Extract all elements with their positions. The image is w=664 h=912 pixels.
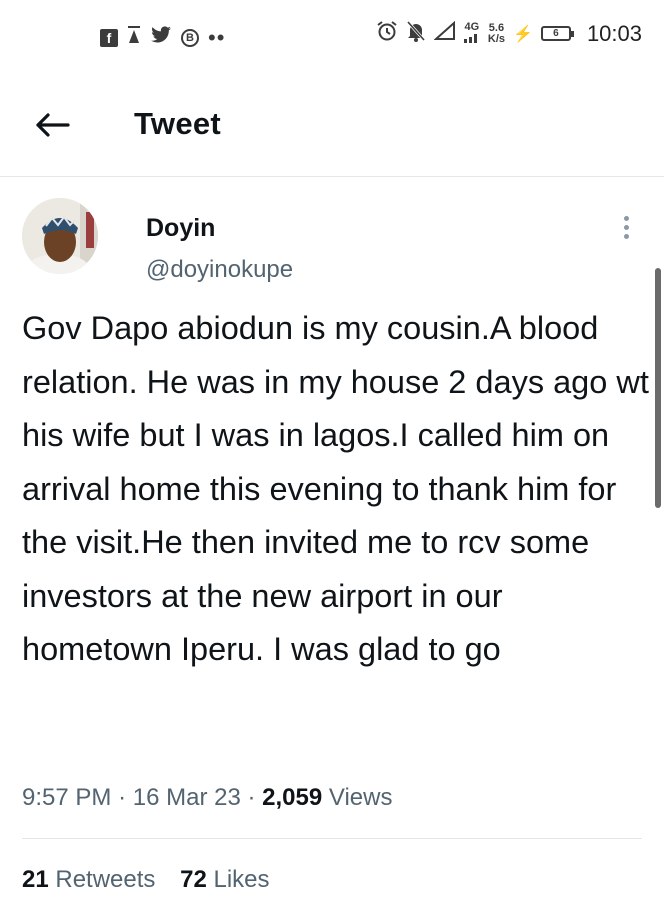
facebook-icon: f — [100, 28, 118, 47]
speed-unit: K/s — [487, 32, 506, 45]
status-time: 10:03 — [586, 20, 642, 46]
scrollbar[interactable] — [655, 268, 661, 508]
notification-icon — [127, 26, 141, 49]
back-button[interactable] — [34, 110, 70, 140]
network-type-label: 4G — [464, 20, 480, 33]
more-vertical-icon — [616, 216, 636, 239]
retweets-stat[interactable]: 21 Retweets — [22, 866, 155, 893]
avatar[interactable] — [22, 198, 98, 274]
meta-separator: · — [247, 784, 256, 811]
network-speed: 5.6 K/s — [487, 21, 506, 45]
author-handle[interactable]: @doyinokupe — [146, 256, 293, 284]
battery-level: 6 — [553, 28, 559, 39]
more-options-button[interactable] — [616, 216, 636, 244]
tweet-time[interactable]: 9:57 PM — [22, 784, 111, 811]
likes-count: 72 — [180, 866, 207, 893]
retweets-label: Retweets — [55, 866, 156, 893]
status-left-icons: f B •• — [100, 26, 225, 49]
charging-icon: ⚡ — [513, 25, 533, 43]
battery-icon: 6 — [540, 26, 574, 41]
status-right-icons: 4G 5.6 K/s ⚡ 6 10:03 — [376, 20, 642, 47]
meta-separator: · — [118, 784, 127, 811]
divider — [22, 838, 642, 839]
network-type: 4G — [463, 20, 480, 46]
tweet-stats: 21 Retweets 72 Likes — [22, 866, 288, 894]
likes-label: Likes — [213, 866, 270, 893]
app-header: Tweet — [0, 76, 664, 177]
signal-icon — [433, 20, 456, 46]
status-bar: f B •• 4G 5.6 K/s ⚡ 6 10:03 — [0, 0, 664, 76]
signal-bars-icon — [463, 33, 477, 43]
tweet-date[interactable]: 16 Mar 23 — [133, 784, 241, 811]
b-icon: B — [181, 28, 199, 47]
more-dots-icon: •• — [208, 24, 226, 50]
back-arrow-icon — [36, 113, 70, 137]
speed-value: 5.6 — [488, 21, 505, 34]
avatar-image — [22, 198, 98, 274]
views-label: Views — [328, 784, 393, 811]
tweet-text: Gov Dapo abiodun is my cousin.A blood re… — [22, 310, 649, 667]
alarm-icon — [376, 20, 398, 47]
twitter-icon — [150, 26, 172, 49]
retweets-count: 21 — [22, 866, 49, 893]
page-title: Tweet — [134, 106, 222, 141]
likes-stat[interactable]: 72 Likes — [180, 866, 269, 893]
author-name[interactable]: Doyin — [146, 214, 215, 243]
mute-icon — [406, 20, 426, 47]
views-count: 2,059 — [262, 784, 323, 811]
tweet-meta: 9:57 PM · 16 Mar 23 · 2,059 Views — [22, 784, 392, 812]
